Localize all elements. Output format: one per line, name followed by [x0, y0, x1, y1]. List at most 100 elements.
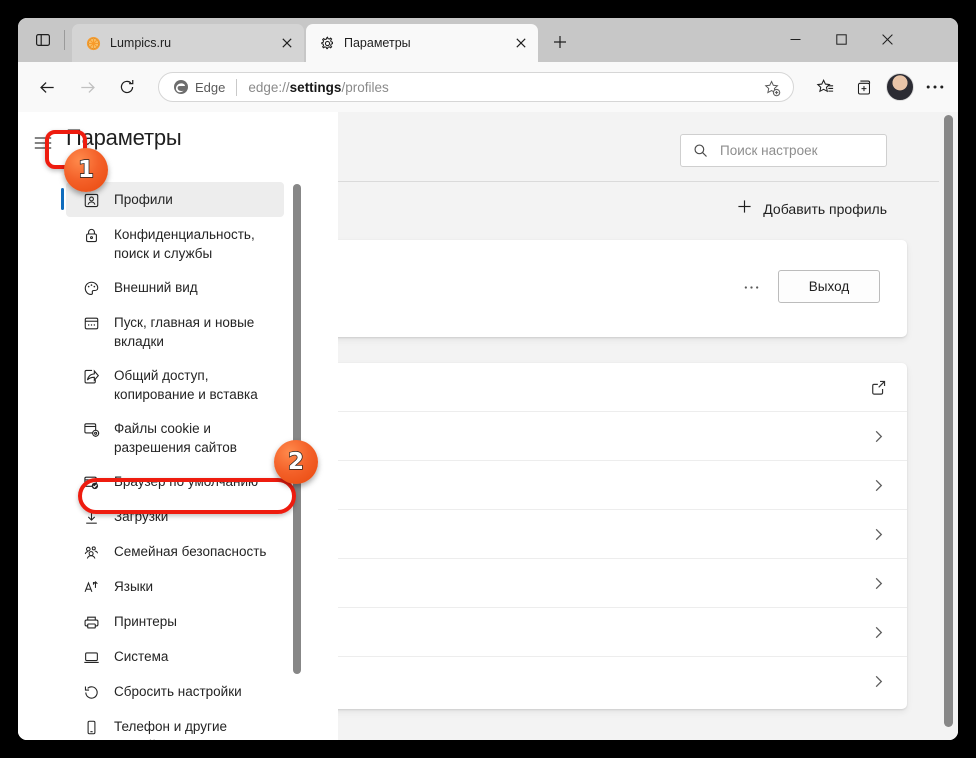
chevron-right-icon[interactable] — [872, 412, 885, 461]
sidebar-item-privacy[interactable]: Конфиденциальность, поиск и службы — [66, 217, 284, 270]
page-scrollbar[interactable] — [939, 112, 958, 740]
phone-devices-icon — [80, 717, 102, 737]
chevron-right-icon[interactable] — [872, 510, 885, 559]
sidebar-item-downloads[interactable]: Загрузки — [66, 499, 284, 534]
orange-slice-favicon — [85, 35, 101, 51]
lock-icon — [80, 225, 102, 245]
search-icon — [693, 143, 708, 158]
plus-icon — [737, 199, 752, 219]
sign-out-button[interactable]: Выход — [778, 270, 880, 303]
browser-toolbar: Edge edge://settings/profiles — [18, 62, 958, 112]
profiles-icon — [80, 190, 102, 210]
sidebar-item-share-copy-paste[interactable]: Общий доступ, копирование и вставка — [66, 358, 284, 411]
sidebar-item-start-home-tabs[interactable]: Пуск, главная и новые вкладки — [66, 305, 284, 358]
search-placeholder: Поиск настроек — [720, 143, 818, 158]
sidebar-item-label: Загрузки — [114, 506, 168, 526]
sidebar-item-printers[interactable]: Принтеры — [66, 604, 284, 639]
sidebar-item-family-safety[interactable]: Семейная безопасность — [66, 534, 284, 569]
sidebar-item-label: Внешний вид — [114, 277, 198, 297]
back-arrow-icon[interactable] — [30, 70, 64, 104]
step-badge-2: 2 — [274, 440, 318, 484]
collections-icon[interactable] — [848, 70, 882, 104]
sidebar-item-label: Общий доступ, копирование и вставка — [114, 365, 276, 404]
star-plus-icon[interactable] — [761, 77, 783, 99]
settings-page: Поиск настроек Добавить профиль — [18, 112, 958, 740]
page-scrollbar-thumb[interactable] — [944, 115, 953, 727]
minimize-icon[interactable] — [772, 18, 818, 60]
tab-settings[interactable]: Параметры — [306, 24, 538, 62]
tab-search-icon[interactable] — [30, 28, 56, 52]
address-bar-url: edge://settings/profiles — [248, 80, 388, 95]
step-badge-1: 1 — [64, 148, 108, 192]
settings-nav-list: Профили Конфиденциальность, поиск и служ… — [66, 182, 284, 728]
chevron-right-icon[interactable] — [872, 559, 885, 608]
close-icon[interactable] — [512, 34, 530, 52]
search-input[interactable]: Поиск настроек — [680, 134, 887, 167]
profile-avatar[interactable] — [886, 73, 914, 101]
download-icon — [80, 507, 102, 527]
tab-lumpics[interactable]: Lumpics.ru — [72, 24, 304, 62]
favorites-star-list-icon[interactable] — [808, 70, 842, 104]
flyout-scrollbar[interactable] — [292, 184, 304, 674]
printer-icon — [80, 612, 102, 632]
sidebar-item-label: Пуск, главная и новые вкладки — [114, 312, 276, 351]
edge-label: Edge — [195, 80, 225, 95]
url-prefix: edge:// — [248, 80, 289, 95]
cookies-permissions-icon — [80, 419, 102, 439]
chevron-right-icon[interactable] — [872, 657, 885, 706]
share-icon — [80, 366, 102, 386]
reset-icon — [80, 682, 102, 702]
reload-icon[interactable] — [110, 70, 144, 104]
url-highlight: settings — [290, 80, 342, 95]
hamburger-menu-button[interactable] — [26, 126, 60, 160]
sidebar-item-reset-settings[interactable]: Сбросить настройки — [66, 674, 284, 709]
start-home-tabs-icon — [80, 313, 102, 333]
sidebar-item-phone-devices[interactable]: Телефон и другие устройства — [66, 709, 284, 740]
sidebar-item-label: Система — [114, 646, 168, 666]
window-close-icon[interactable] — [864, 18, 910, 60]
tab-title: Параметры — [344, 24, 504, 62]
sidebar-item-label: Телефон и другие устройства — [114, 716, 276, 740]
omnibox-divider — [236, 79, 237, 96]
languages-icon — [80, 577, 102, 597]
new-tab-button[interactable] — [546, 29, 574, 55]
palette-icon — [80, 278, 102, 298]
sidebar-item-system[interactable]: Система — [66, 639, 284, 674]
edge-logo-icon — [173, 79, 189, 95]
default-browser-icon — [80, 472, 102, 492]
close-icon[interactable] — [278, 34, 296, 52]
settings-nav-flyout: Параметры Профили — [18, 112, 338, 740]
more-horizontal-icon[interactable] — [918, 70, 952, 104]
external-link-icon[interactable] — [870, 363, 887, 412]
sidebar-item-appearance[interactable]: Внешний вид — [66, 270, 284, 305]
gear-icon — [319, 35, 335, 51]
sidebar-item-label: Языки — [114, 576, 153, 596]
sidebar-item-label: Принтеры — [114, 611, 177, 631]
flyout-scrollbar-thumb[interactable] — [293, 184, 301, 674]
maximize-icon[interactable] — [818, 18, 864, 60]
add-profile-label: Добавить профиль — [763, 201, 887, 217]
sidebar-item-default-browser[interactable]: Браузер по умолчанию — [66, 464, 284, 499]
sidebar-item-cookies-permissions[interactable]: Файлы cookie и разрешения сайтов — [66, 411, 284, 464]
edge-brand-badge: Edge — [173, 79, 225, 95]
system-icon — [80, 647, 102, 667]
sidebar-item-languages[interactable]: Языки — [66, 569, 284, 604]
sidebar-item-label: Конфиденциальность, поиск и службы — [114, 224, 276, 263]
family-safety-icon — [80, 542, 102, 562]
url-suffix: /profiles — [341, 80, 388, 95]
forward-arrow-icon — [70, 70, 104, 104]
add-profile-button[interactable]: Добавить профиль — [729, 194, 895, 224]
address-bar[interactable]: Edge edge://settings/profiles — [158, 72, 794, 102]
sidebar-item-label: Профили — [114, 189, 173, 209]
chevron-right-icon[interactable] — [872, 461, 885, 510]
tabstrip-divider — [64, 30, 65, 50]
tab-strip: Lumpics.ru Параметры — [18, 18, 958, 62]
sidebar-item-label: Сбросить настройки — [114, 681, 242, 701]
tab-title: Lumpics.ru — [110, 24, 270, 62]
chevron-right-icon[interactable] — [872, 608, 885, 657]
sidebar-item-label: Семейная безопасность — [114, 541, 266, 561]
browser-window: Lumpics.ru Параметры — [18, 18, 958, 740]
more-horizontal-icon[interactable] — [740, 277, 762, 297]
sidebar-item-label: Браузер по умолчанию — [114, 471, 258, 491]
sidebar-item-label: Файлы cookie и разрешения сайтов — [114, 418, 276, 457]
